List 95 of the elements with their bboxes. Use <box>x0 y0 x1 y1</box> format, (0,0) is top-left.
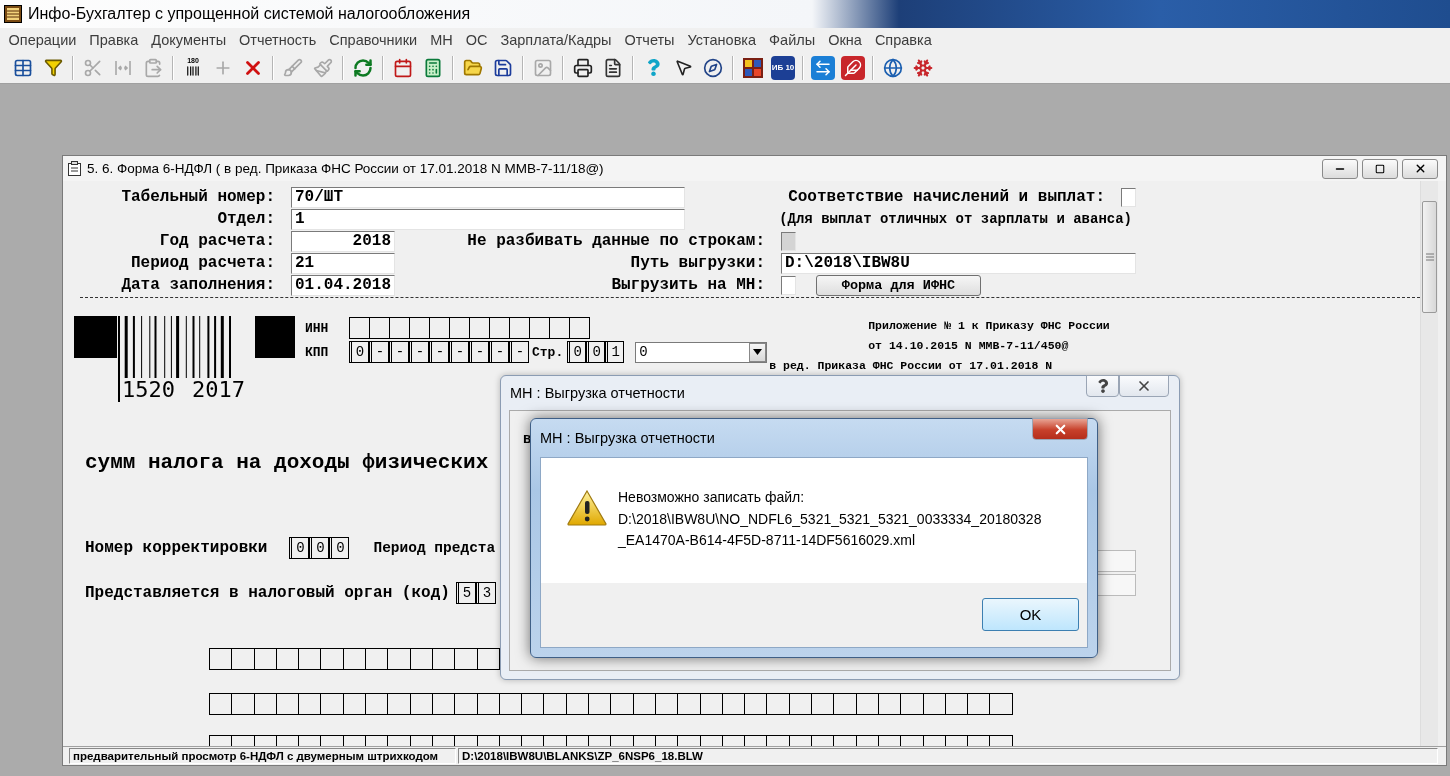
menu-item[interactable]: Справочники <box>322 32 424 48</box>
restore-button[interactable] <box>1362 158 1398 179</box>
close-button[interactable] <box>1402 158 1438 179</box>
dialog-title: МН : Выгрузка отчетности <box>510 385 685 401</box>
barcode-number: 1520 <box>121 378 176 402</box>
page-cell[interactable]: 0 <box>567 341 587 363</box>
dropdown-button[interactable] <box>749 342 767 362</box>
field-label: Дата заполнения: <box>120 276 275 294</box>
menu-item[interactable]: Справка <box>868 32 939 48</box>
kpp-cell[interactable]: - <box>469 341 489 363</box>
field-label: Год расчета: <box>158 232 275 250</box>
kpp-label: КПП <box>305 344 330 360</box>
close-button[interactable] <box>1032 418 1088 440</box>
menu-item[interactable]: Окна <box>821 32 869 48</box>
page-cell[interactable]: 1 <box>605 341 625 363</box>
file-path: D:\2018\IBW8U\NO_NDFL6_5321_5321_5321_0033334_20180328 <box>618 509 1042 529</box>
window-title: Инфо-Бухгалтер с упрощенной системой налогообложения <box>28 5 471 23</box>
warning-icon <box>567 490 607 526</box>
page-select[interactable]: 0 <box>635 341 768 363</box>
field-label: Табельный номер: <box>120 188 275 206</box>
checkbox[interactable] <box>1121 187 1136 207</box>
path-field[interactable]: D:\2018\IBW8U <box>781 252 1136 274</box>
note-text: в ред. Приказа ФНС России от 17.01.2018 N <box>769 358 1054 374</box>
kpp-cell[interactable]: - <box>409 341 429 363</box>
year-field[interactable]: 2018 <box>291 230 395 252</box>
field-label: Номер корректировки <box>85 539 268 557</box>
inn-label: ИНН <box>305 320 330 336</box>
checkbox[interactable] <box>781 275 796 295</box>
kpp-cell[interactable]: - <box>429 341 449 363</box>
app-icon <box>4 5 22 23</box>
toolbar-button[interactable]: ИБ 10 <box>771 55 795 80</box>
barcode-icon <box>186 64 200 78</box>
document-icon <box>68 161 81 176</box>
inn-field[interactable] <box>349 317 590 339</box>
correction-cell[interactable]: 0 <box>329 537 350 559</box>
page-cell[interactable]: 0 <box>586 341 606 363</box>
field-label: Период расчета: <box>129 254 275 272</box>
scroll-thumb[interactable] <box>1422 201 1437 313</box>
minimize-button[interactable] <box>1322 158 1358 179</box>
menu-item[interactable]: Операции <box>2 32 83 48</box>
close-icon <box>1136 378 1152 394</box>
menu-item[interactable]: Правка <box>82 32 145 48</box>
status-path: D:\2018\IBW8U\BLANKS\ZP_6NSP6_18.BLW <box>458 748 1438 764</box>
error-message: Невозможно записать файл: <box>618 488 806 507</box>
period-field[interactable]: 21 <box>291 252 395 274</box>
kpp-cell[interactable]: - <box>489 341 509 363</box>
field-label: Выгрузить на МН: <box>610 276 765 294</box>
menu-item[interactable]: МН <box>423 32 460 48</box>
kpp-cell[interactable]: - <box>369 341 389 363</box>
page-label: Стр. <box>532 344 564 360</box>
input-cells[interactable] <box>209 693 1013 715</box>
kpp-cell[interactable]: - <box>509 341 529 363</box>
office-code-cell[interactable]: 5 <box>455 582 476 604</box>
feather-icon[interactable] <box>841 55 865 80</box>
ifns-form-button[interactable]: Форма для ИФНС <box>816 274 981 296</box>
restore-icon <box>1375 163 1385 174</box>
form-heading: сумм налога на доходы физических <box>84 451 490 475</box>
menu-item[interactable]: Отчеты <box>617 32 682 48</box>
file-path: _EA1470A-B614-4F5D-8711-14DF5616029.xml <box>618 531 917 550</box>
field-label: Соответствие начислений и выплат: <box>787 188 1105 206</box>
arrows-icon[interactable] <box>811 55 835 80</box>
menu-item[interactable]: Отчетность <box>232 32 323 48</box>
kpp-cell[interactable]: - <box>389 341 409 363</box>
menu-item[interactable]: Документы <box>144 32 233 48</box>
field-label: Отдел: <box>216 210 275 228</box>
grip-icon <box>1425 253 1434 261</box>
dialog-label: в <box>523 431 532 447</box>
field-label: Период предста <box>373 540 496 556</box>
kpp-cell[interactable]: - <box>449 341 469 363</box>
field-label: Путь выгрузки: <box>629 254 765 272</box>
grid-icon[interactable] <box>741 55 765 80</box>
correction-cell[interactable]: 0 <box>289 537 310 559</box>
hint-text: (Для выплат отличных от зарплаты и аванса) <box>778 211 1133 227</box>
note-text: от 14.10.2015 N ММВ-7-11/450@ <box>867 338 1070 354</box>
tab-number-field[interactable]: 70/ШТ <box>291 186 685 208</box>
caret-icon <box>753 349 763 355</box>
barcode-number: 2017 <box>191 378 246 402</box>
office-code-cell[interactable]: 3 <box>475 582 496 604</box>
date-field[interactable]: 01.04.2018 <box>291 274 395 296</box>
menu-item[interactable]: Файлы <box>762 32 822 48</box>
field-label: Представляется в налоговый орган (код) <box>85 584 450 602</box>
menu-item[interactable]: Зарплата/Кадры <box>493 32 618 48</box>
menu-item[interactable]: ОС <box>459 32 494 48</box>
kpp-cell[interactable]: 0 <box>349 341 369 363</box>
field-label: Не разбивать данные по строкам: <box>466 232 765 250</box>
ok-button[interactable]: OK <box>982 598 1079 631</box>
note-text: Приложение № 1 к Приказу ФНС России <box>867 318 1111 334</box>
help-button[interactable] <box>1086 375 1119 397</box>
document-title: 5. 6. Форма 6-НДФЛ ( в ред. Приказа ФНС России от 17.01.2018 N ММВ-7-11/18@) <box>87 161 604 176</box>
scrollbar[interactable] <box>1420 181 1438 746</box>
status-text: предварительный просмотр 6-НДФЛ с двумерным штрихкодом <box>69 748 456 764</box>
dialog-title: МН : Выгрузка отчетности <box>540 430 715 446</box>
correction-cell[interactable]: 0 <box>309 537 330 559</box>
department-field[interactable]: 1 <box>291 208 685 230</box>
menu-item[interactable]: Установка <box>681 32 763 48</box>
